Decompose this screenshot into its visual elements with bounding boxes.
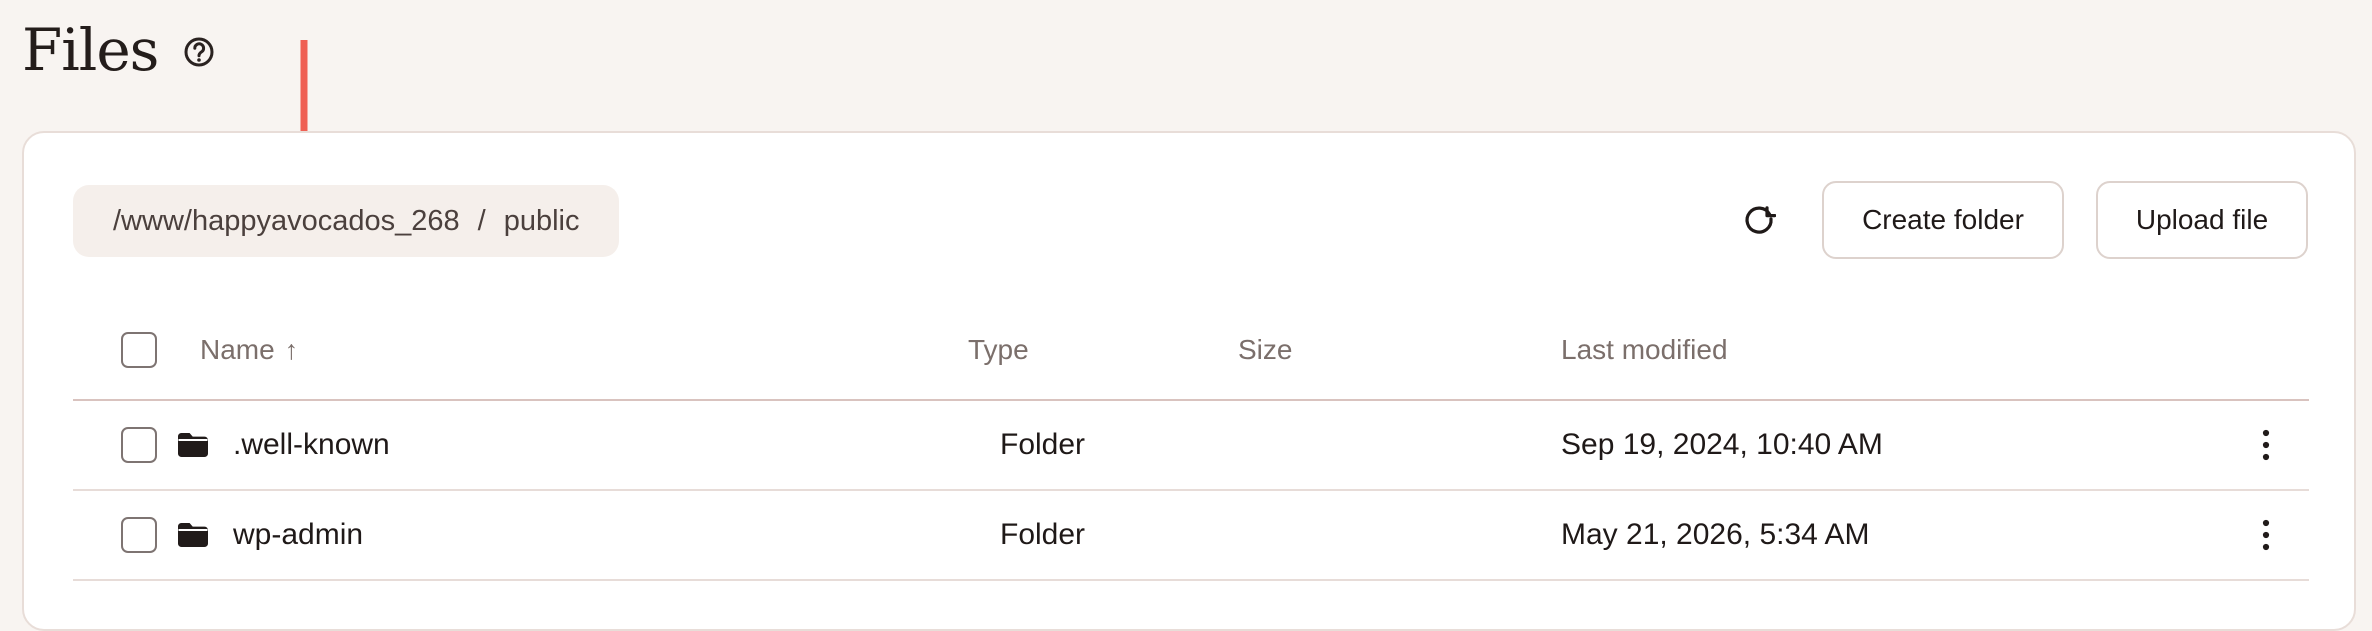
row-checkbox[interactable] [121,427,157,463]
files-table: Name ↑ Type Size Last modified .well-kno… [73,301,2309,581]
file-name-link[interactable]: wp-admin [233,518,363,552]
type-cell: Folder [1000,491,1085,579]
row-select-cell: wp-admin [121,491,363,579]
name-column-header[interactable]: Name ↑ [200,301,298,399]
create-folder-button[interactable]: Create folder [1822,181,2064,259]
table-row[interactable]: wp-admin Folder May 21, 2026, 5:34 AM [73,491,2309,581]
file-manager-panel: /www/happyavocados_268 / public Create f… [22,131,2356,631]
last-modified-cell: Sep 19, 2024, 10:40 AM [1561,401,1883,489]
row-select-cell: .well-known [121,401,390,489]
row-actions-cell [2249,401,2283,489]
table-header-row: Name ↑ Type Size Last modified [73,301,2309,401]
last-modified-value: May 21, 2026, 5:34 AM [1561,518,1870,551]
size-column-header[interactable]: Size [1238,301,1292,399]
breadcrumb-root-folder[interactable]: /www/happyavocados_268 [113,205,460,238]
upload-file-button[interactable]: Upload file [2096,181,2308,259]
type-column-label: Type [968,334,1029,365]
file-type: Folder [1000,518,1086,551]
row-actions-button[interactable] [2249,423,2283,467]
current-path-breadcrumb: /www/happyavocados_268 / public [73,185,620,257]
last-modified-column-header[interactable]: Last modified [1561,301,1728,399]
folder-icon [178,523,208,547]
more-vertical-icon [2262,519,2270,551]
refresh-button[interactable] [1734,195,1784,245]
name-column-label: Name [200,334,275,365]
select-all-checkbox[interactable] [121,332,157,368]
file-toolbar: Create folder Upload file [1734,181,2308,259]
type-column-header[interactable]: Type [968,301,1029,399]
last-modified-column-label: Last modified [1561,334,1728,365]
folder-icon [178,433,208,457]
file-type: Folder [1000,428,1086,461]
file-name-link[interactable]: .well-known [233,428,390,462]
last-modified-cell: May 21, 2026, 5:34 AM [1561,491,1870,579]
sort-ascending-icon: ↑ [284,334,299,365]
more-vertical-icon [2262,429,2270,461]
type-cell: Folder [1000,401,1085,489]
row-checkbox[interactable] [121,517,157,553]
last-modified-value: Sep 19, 2024, 10:40 AM [1561,428,1883,461]
size-column-label: Size [1238,334,1293,365]
page-title: Files [22,16,159,84]
refresh-icon [1742,202,1777,239]
row-actions-cell [2249,491,2283,579]
help-circle-icon[interactable] [182,35,216,69]
row-actions-button[interactable] [2249,513,2283,557]
page-header: Files [22,14,216,86]
select-all-cell [121,301,157,399]
breadcrumb-separator: / [477,204,486,237]
breadcrumb-current-folder[interactable]: public [504,205,580,238]
table-row[interactable]: .well-known Folder Sep 19, 2024, 10:40 A… [73,401,2309,491]
